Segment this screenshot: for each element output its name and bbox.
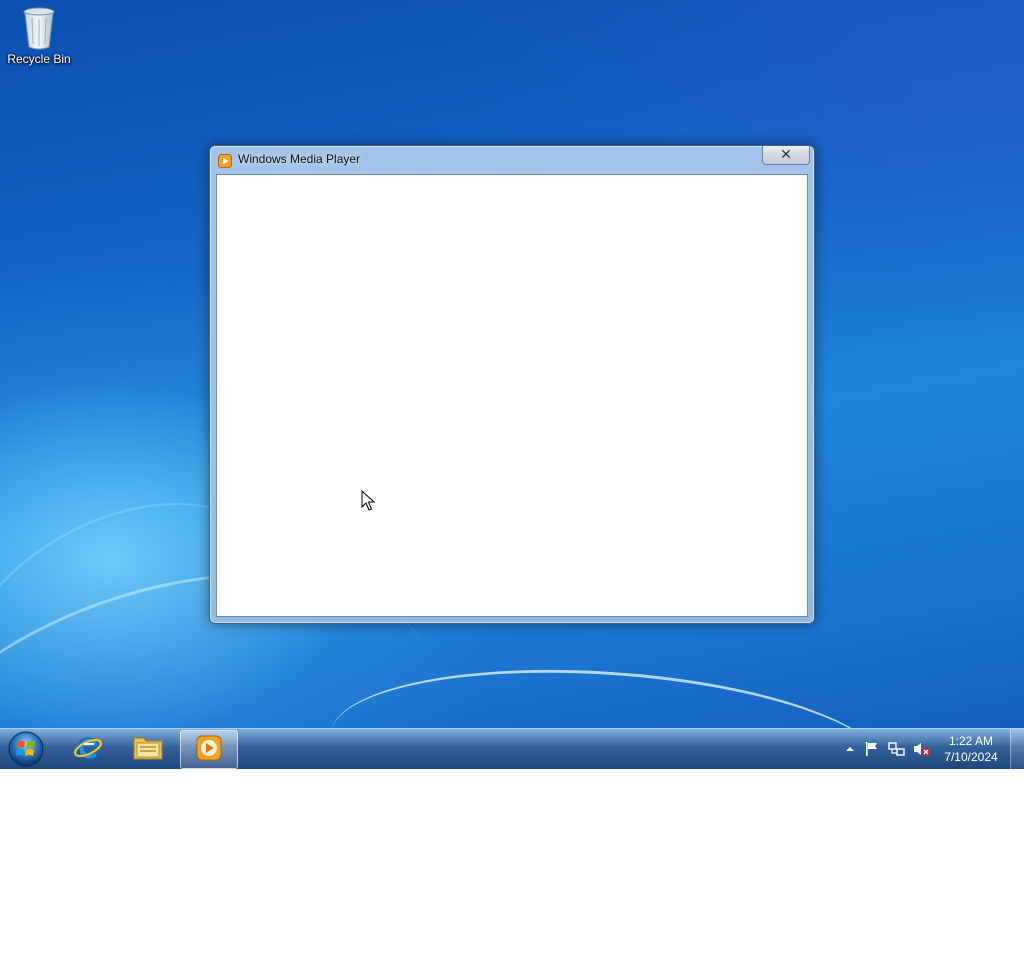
show-desktop-button[interactable] bbox=[1010, 729, 1024, 769]
windows-media-player-icon bbox=[218, 153, 232, 168]
volume-muted-icon[interactable] bbox=[913, 741, 930, 757]
show-hidden-icons-arrow-icon[interactable] bbox=[842, 741, 858, 757]
internet-explorer-icon bbox=[72, 731, 104, 767]
recycle-bin-shortcut[interactable]: Recycle Bin bbox=[4, 6, 74, 66]
action-center-flag-icon[interactable] bbox=[864, 741, 880, 757]
taskbar-windows-explorer[interactable] bbox=[120, 730, 176, 767]
taskbar: 1:22 AM 7/10/2024 bbox=[0, 728, 1024, 769]
window-title: Windows Media Player bbox=[238, 152, 361, 166]
taskbar-windows-media-player[interactable] bbox=[180, 730, 238, 769]
windows-media-player-icon bbox=[196, 735, 222, 765]
recycle-bin-icon bbox=[22, 6, 56, 50]
recycle-bin-label: Recycle Bin bbox=[7, 52, 71, 66]
taskbar-internet-explorer[interactable] bbox=[60, 730, 116, 767]
close-icon: ✕ bbox=[780, 147, 792, 163]
folder-library-icon bbox=[132, 732, 164, 766]
network-icon[interactable] bbox=[888, 741, 905, 757]
desktop[interactable]: Recycle Bin Windows Media Player ✕ bbox=[0, 0, 1024, 972]
windows-media-player-window[interactable]: Windows Media Player ✕ bbox=[209, 145, 815, 624]
window-content-area[interactable] bbox=[216, 174, 808, 617]
close-button[interactable]: ✕ bbox=[762, 146, 810, 165]
windows-start-orb-icon bbox=[6, 731, 46, 772]
taskbar-clock[interactable]: 1:22 AM 7/10/2024 bbox=[937, 733, 1005, 765]
title-bar[interactable]: Windows Media Player ✕ bbox=[210, 146, 814, 174]
clock-time: 1:22 AM bbox=[948, 734, 994, 748]
clock-date: 7/10/2024 bbox=[944, 750, 998, 764]
mouse-pointer-icon bbox=[361, 489, 376, 512]
start-button[interactable] bbox=[6, 730, 46, 768]
